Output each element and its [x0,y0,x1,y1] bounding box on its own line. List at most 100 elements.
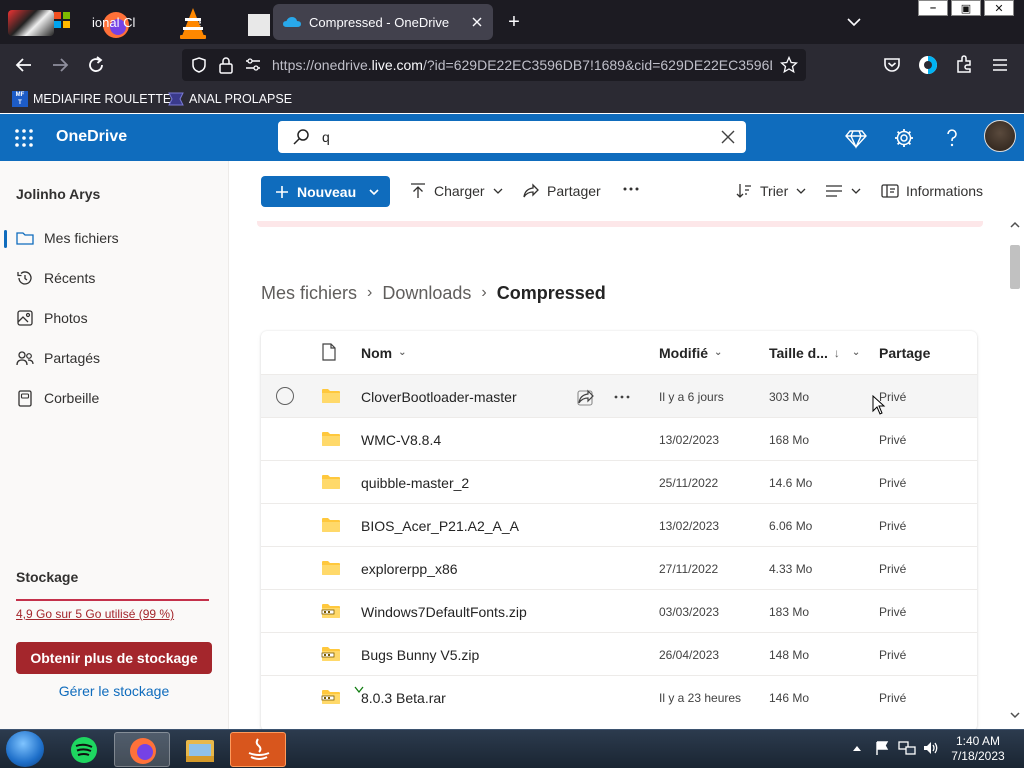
taskbar-clock[interactable]: 1:40 AM 7/18/2023 [938,734,1018,764]
share-button[interactable]: Partager [522,176,601,206]
sidebar-item-label: Photos [44,310,88,326]
info-label: Informations [906,183,984,199]
upload-button[interactable]: Charger [409,176,504,206]
show-hidden-icons-icon[interactable] [852,744,862,752]
vertical-scrollbar[interactable] [1006,221,1024,729]
taskbar-app-firefox[interactable] [114,732,170,767]
menu-icon[interactable] [988,53,1012,77]
close-window-button[interactable]: ✕ [984,0,1014,16]
background-tab-title[interactable]: ional Cl [92,15,135,30]
bookmark-label: MEDIAFIRE ROULETTER [33,92,181,106]
table-row[interactable]: quibble-master_2 25/11/2022 14.6 Mo Privé [261,460,977,503]
storage-usage-link[interactable]: 4,9 Go sur 5 Go utilisé (99 %) [16,607,174,621]
scroll-up-icon[interactable] [1010,221,1020,229]
minimize-button[interactable]: – [918,0,948,16]
row-select-checkbox[interactable] [276,387,294,405]
user-avatar[interactable] [984,120,1016,152]
scroll-down-icon[interactable] [1010,711,1020,719]
sidebar-item-photos[interactable]: Photos [0,302,228,334]
table-row[interactable]: WMC-V8.8.4 13/02/2023 168 Mo Privé [261,417,977,460]
lock-icon[interactable] [218,56,234,74]
file-size: 146 Mo [769,690,810,705]
table-row[interactable]: explorerpp_x86 27/11/2022 4.33 Mo Privé [261,546,977,589]
clock-date: 7/18/2023 [951,749,1005,763]
history-icon [17,271,32,285]
file-name[interactable]: Windows7DefaultFonts.zip [361,590,527,633]
bookmark-item[interactable]: ANAL PROLAPSE [168,91,292,107]
url-bar[interactable]: https://onedrive.live.com/?id=629DE22EC3… [182,49,806,81]
start-button[interactable] [6,731,44,767]
sidebar-item-shared[interactable]: Partagés [0,342,228,374]
clear-search-icon[interactable] [720,129,736,145]
sidebar-item-recent[interactable]: Récents [0,262,228,294]
tab-active[interactable]: Compressed - OneDrive [273,4,493,40]
taskbar-app-spotify[interactable] [56,732,112,767]
column-header-name[interactable]: Nom ⌄ [361,331,407,374]
tab-thumbnail[interactable] [248,14,270,36]
breadcrumb-item[interactable]: Downloads [382,283,471,304]
column-header-sharing[interactable]: Partage [879,331,930,374]
maximize-button[interactable]: ▣ [951,0,981,16]
pocket-icon[interactable] [880,53,904,77]
more-horizontal-icon[interactable] [613,388,631,406]
action-center-flag-icon[interactable] [874,740,890,756]
column-header-modified[interactable]: Modifié ⌄ [659,331,722,374]
network-icon[interactable] [898,740,916,756]
sidebar-item-my-files[interactable]: Mes fichiers [0,222,228,254]
table-row[interactable]: Bugs Bunny V5.zip 26/04/2023 148 Mo Privé [261,632,977,675]
view-options-button[interactable] [825,176,862,206]
file-name[interactable]: quibble-master_2 [361,461,469,504]
sort-button[interactable]: Trier [735,176,807,206]
details-pane-button[interactable]: Informations [881,176,983,206]
file-name[interactable]: WMC-V8.8.4 [361,418,441,461]
premium-diamond-icon[interactable] [845,127,867,149]
help-icon[interactable] [941,127,963,149]
file-name[interactable]: 8.0.3 Beta.rar [361,676,446,719]
search-icon [293,129,309,145]
more-actions-button[interactable] [622,174,640,204]
bookmark-star-icon[interactable] [780,56,798,74]
get-more-storage-button[interactable]: Obtenir plus de stockage [16,642,212,674]
breadcrumb-item[interactable]: Mes fichiers [261,283,357,304]
taskbar-app-java[interactable] [230,732,286,767]
back-button[interactable] [12,53,36,77]
storage-usage-bar [16,599,209,601]
url-text: https://onedrive.live.com/?id=629DE22EC3… [272,57,772,73]
vlc-icon[interactable] [178,6,208,40]
account-icon[interactable] [916,53,940,77]
table-row[interactable]: 8.0.3 Beta.rar Il y a 23 heures 146 Mo Priv… [261,675,977,718]
app-brand[interactable]: OneDrive [56,128,127,146]
extensions-icon[interactable] [952,53,976,77]
forward-button[interactable] [48,53,72,77]
new-tab-button[interactable]: + [503,12,525,34]
file-name[interactable]: Bugs Bunny V5.zip [361,633,479,676]
column-header-size[interactable]: Taille d... ↓ ⌄ [769,331,860,374]
share-icon[interactable] [577,388,595,406]
tab-thumbnail[interactable] [8,10,54,36]
search-box[interactable]: q [278,121,746,153]
list-all-tabs-icon[interactable] [844,12,864,32]
search-input[interactable]: q [322,129,330,145]
chevron-down-icon [796,188,806,194]
reload-button[interactable] [84,53,108,77]
close-tab-icon[interactable] [471,16,483,28]
table-row[interactable]: Windows7DefaultFonts.zip 03/03/2023 183 Mo… [261,589,977,632]
app-launcher-icon[interactable] [14,128,34,148]
file-type-icon[interactable] [321,343,337,361]
bookmark-item[interactable]: MF T MEDIAFIRE ROULETTER [12,91,180,107]
settings-gear-icon[interactable] [893,127,915,149]
chevron-down-icon [851,188,861,194]
new-button[interactable]: Nouveau [261,176,390,207]
file-name[interactable]: BIOS_Acer_P21.A2_A_A [361,504,519,547]
manage-storage-link[interactable]: Gérer le stockage [0,683,228,699]
scrollbar-thumb[interactable] [1010,245,1020,289]
file-name[interactable]: explorerpp_x86 [361,547,458,590]
tracking-shield-icon[interactable] [190,56,208,74]
file-name[interactable]: CloverBootloader-master [361,375,517,418]
table-row[interactable]: CloverBootloader-master Il y a 6 jours 303… [261,374,977,417]
table-row[interactable]: BIOS_Acer_P21.A2_A_A 13/02/2023 6.06 Mo Pri… [261,503,977,546]
taskbar-app-explorer[interactable] [172,732,228,767]
sidebar-item-recycle-bin[interactable]: Corbeille [0,382,228,414]
permissions-icon[interactable] [244,57,262,73]
sidebar: Jolinho Arys Mes fichiers Récents Photos… [0,161,229,729]
